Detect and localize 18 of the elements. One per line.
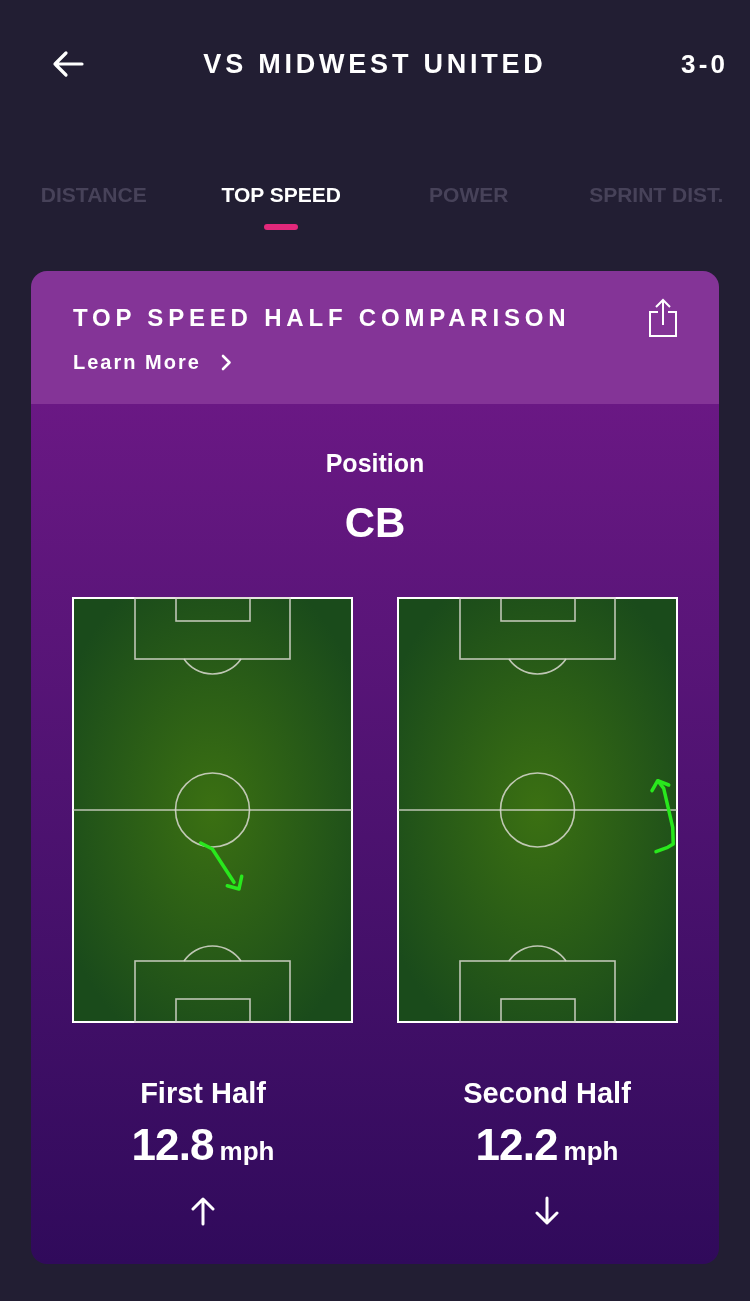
half-label: Second Half (463, 1076, 631, 1110)
card-title: TOP SPEED HALF COMPARISON (73, 303, 571, 333)
match-score: 3-0 (681, 48, 728, 81)
chevron-right-icon (220, 353, 232, 371)
speed-unit: mph (563, 1136, 619, 1166)
back-arrow-icon (52, 50, 84, 78)
tab[interactable]: TOP SPEED (221, 181, 341, 209)
movement-arrow (198, 841, 244, 891)
speed-unit: mph (219, 1136, 275, 1166)
share-button[interactable] (648, 298, 678, 338)
top-speed-value: 12.8 (131, 1120, 214, 1170)
share-icon (648, 298, 678, 338)
learn-more-link[interactable]: Learn More (73, 349, 232, 375)
top-speed-value: 12.2 (475, 1120, 558, 1170)
position-label: Position (325, 448, 425, 478)
half-label: First Half (140, 1076, 266, 1110)
match-title: VS MIDWEST UNITED (203, 48, 547, 81)
position-value: CB (344, 499, 406, 547)
